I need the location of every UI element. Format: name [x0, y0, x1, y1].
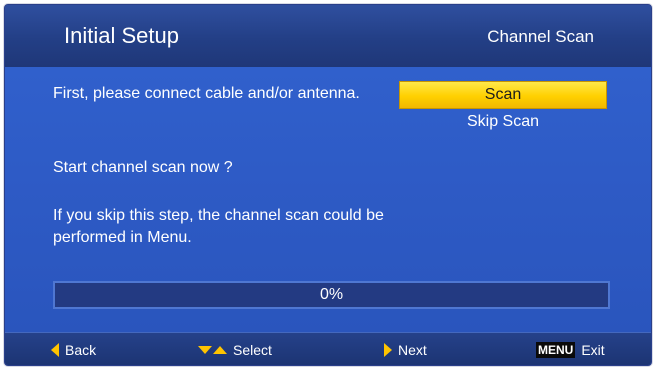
page-title: Initial Setup — [64, 23, 179, 48]
scan-options-menu: Scan Skip Scan — [399, 81, 607, 135]
next-label: Next — [398, 342, 427, 358]
back-label: Back — [65, 342, 97, 358]
exit-label: Exit — [581, 342, 605, 358]
back-hint[interactable]: Back — [51, 342, 96, 358]
section-title: Channel Scan — [487, 27, 594, 46]
footer-hint-bar: Back Select Next MENU Exit — [5, 332, 651, 365]
next-hint[interactable]: Next — [384, 342, 427, 358]
progress-label: 0% — [319, 286, 344, 303]
header-bar: Initial Setup Channel Scan — [5, 5, 651, 67]
scan-option[interactable]: Scan — [399, 81, 607, 109]
up-down-arrows-icon — [198, 346, 227, 354]
menu-key-icon: MENU — [536, 342, 576, 358]
select-hint[interactable]: Select — [198, 342, 272, 358]
content-area: First, please connect cable and/or anten… — [5, 67, 651, 332]
exit-hint[interactable]: MENU Exit — [536, 342, 605, 358]
select-label: Select — [233, 342, 272, 358]
left-arrow-icon — [51, 343, 59, 357]
connect-instruction: First, please connect cable and/or anten… — [53, 85, 360, 102]
right-arrow-icon — [384, 343, 392, 357]
setup-window: Initial Setup Channel Scan First, please… — [4, 4, 652, 366]
scan-prompt: Start channel scan now ? — [53, 159, 233, 176]
skip-note: If you skip this step, the channel scan … — [53, 207, 384, 246]
scan-progress-bar: 0% — [53, 281, 610, 309]
skip-scan-option[interactable]: Skip Scan — [399, 109, 607, 135]
